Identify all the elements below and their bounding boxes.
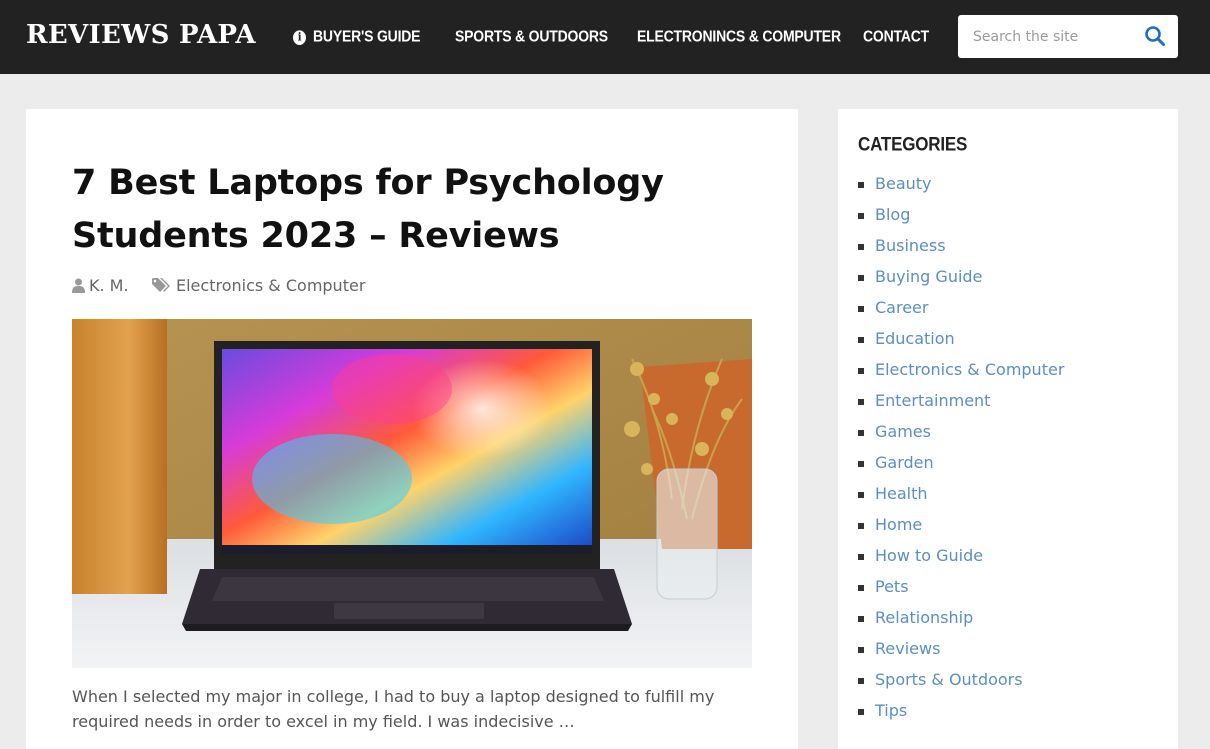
category-link[interactable]: Electronics & Computer bbox=[176, 276, 365, 295]
nav-buyers-guide-label: BUYER'S GUIDE bbox=[313, 27, 421, 45]
widget-title: CATEGORIES bbox=[858, 133, 968, 155]
list-item: Pets bbox=[858, 574, 1064, 605]
list-item: Education bbox=[858, 326, 1064, 357]
category-link-blog[interactable]: Blog bbox=[875, 205, 910, 224]
post-author: K. M. bbox=[72, 275, 129, 297]
category-link-buying-guide[interactable]: Buying Guide bbox=[875, 267, 982, 286]
sidebar-categories-widget: CATEGORIES Beauty Blog Business Buying G… bbox=[838, 109, 1178, 749]
category-link-pets[interactable]: Pets bbox=[875, 577, 909, 596]
nav-buyers-guide[interactable]: i BUYER'S GUIDE bbox=[293, 25, 421, 47]
category-link-reviews[interactable]: Reviews bbox=[875, 639, 940, 658]
list-item: Electronics & Computer bbox=[858, 357, 1064, 388]
category-list: Beauty Blog Business Buying Guide Career… bbox=[858, 171, 1064, 729]
post-featured-image[interactable] bbox=[72, 319, 752, 668]
site-logo[interactable]: REVIEWS PAPA bbox=[26, 18, 256, 52]
list-item: Relationship bbox=[858, 605, 1064, 636]
user-icon bbox=[72, 278, 85, 293]
category-link-education[interactable]: Education bbox=[875, 329, 955, 348]
tags-icon bbox=[152, 278, 170, 292]
category-link-career[interactable]: Career bbox=[875, 298, 928, 317]
category-link-relationship[interactable]: Relationship bbox=[875, 608, 973, 627]
post-excerpt: When I selected my major in college, I h… bbox=[72, 687, 715, 731]
category-link-sports-outdoors[interactable]: Sports & Outdoors bbox=[875, 670, 1023, 689]
list-item: Sports & Outdoors bbox=[858, 667, 1064, 698]
list-item: Home bbox=[858, 512, 1064, 543]
list-item: Health bbox=[858, 481, 1064, 512]
search-box bbox=[958, 15, 1178, 58]
category-link-garden[interactable]: Garden bbox=[875, 453, 934, 472]
list-item: Garden bbox=[858, 450, 1064, 481]
list-item: Buying Guide bbox=[858, 264, 1064, 295]
category-link-health[interactable]: Health bbox=[875, 484, 928, 503]
list-item: Tips bbox=[858, 698, 1064, 729]
laptop-photo bbox=[72, 319, 752, 668]
list-item: Reviews bbox=[858, 636, 1064, 667]
list-item: Entertainment bbox=[858, 388, 1064, 419]
category-link-beauty[interactable]: Beauty bbox=[875, 174, 932, 193]
article-card: 7 Best Laptops for Psychology Students 2… bbox=[26, 109, 798, 749]
search-button[interactable] bbox=[1144, 25, 1168, 49]
list-item: Beauty bbox=[858, 171, 1064, 202]
category-link-games[interactable]: Games bbox=[875, 422, 931, 441]
category-link-electronics[interactable]: Electronics & Computer bbox=[875, 360, 1064, 379]
search-icon bbox=[1145, 26, 1165, 46]
nav-sports-outdoors[interactable]: SPORTS & OUTDOORS bbox=[455, 25, 608, 47]
info-icon: i bbox=[293, 30, 306, 45]
list-item: How to Guide bbox=[858, 543, 1064, 574]
list-item: Career bbox=[858, 295, 1064, 326]
post-category: Electronics & Computer bbox=[152, 275, 365, 297]
nav-contact[interactable]: CONTACT bbox=[863, 25, 929, 47]
category-link-how-to-guide[interactable]: How to Guide bbox=[875, 546, 983, 565]
category-link-home[interactable]: Home bbox=[875, 515, 922, 534]
category-link-tips[interactable]: Tips bbox=[875, 701, 907, 720]
category-link-entertainment[interactable]: Entertainment bbox=[875, 391, 990, 410]
list-item: Games bbox=[858, 419, 1064, 450]
list-item: Blog bbox=[858, 202, 1064, 233]
nav-electronics-computer[interactable]: ELECTRONINCS & COMPUTER bbox=[637, 25, 841, 47]
list-item: Business bbox=[858, 233, 1064, 264]
post-title[interactable]: 7 Best Laptops for Psychology Students 2… bbox=[72, 157, 712, 263]
author-link[interactable]: K. M. bbox=[89, 276, 129, 295]
category-link-business[interactable]: Business bbox=[875, 236, 946, 255]
search-input[interactable] bbox=[958, 15, 1138, 58]
site-header: REVIEWS PAPA i BUYER'S GUIDE SPORTS & OUT… bbox=[0, 0, 1210, 74]
